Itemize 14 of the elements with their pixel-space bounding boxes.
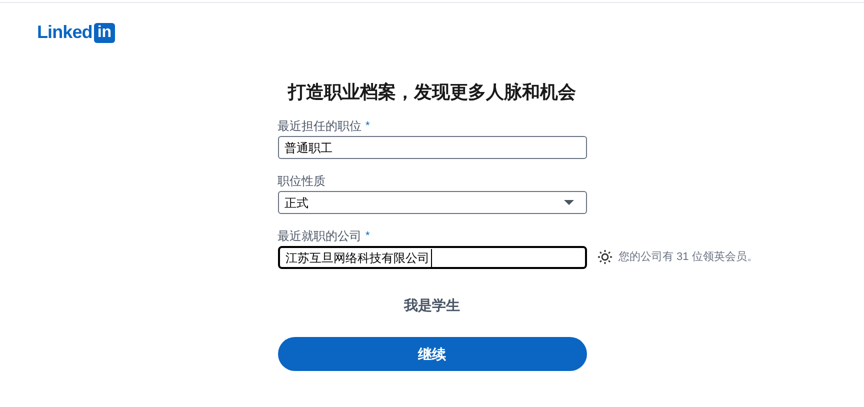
field-label: 最近担任的职位 xyxy=(278,118,362,134)
hint-text: 您的公司有 31 位领英会员。 xyxy=(618,250,758,265)
required-mark: * xyxy=(366,229,370,244)
dropdown-caret-icon xyxy=(564,200,574,205)
student-link[interactable]: 我是学生 xyxy=(404,295,460,316)
continue-button[interactable]: 继续 xyxy=(278,337,586,371)
field-label: 职位性质 xyxy=(278,173,326,189)
required-mark: * xyxy=(366,119,370,134)
linkedin-logo[interactable]: Linked in xyxy=(0,3,864,46)
field-label: 最近就职的公司 xyxy=(278,228,362,244)
input-field[interactable]: 江苏互旦网络科技有限公司 xyxy=(278,246,586,269)
input-field[interactable]: 普通职工 xyxy=(278,136,586,159)
select-field[interactable]: 正式 xyxy=(278,191,586,214)
page-title: 打造职业档案，发现更多人脉和机会 xyxy=(288,81,576,104)
